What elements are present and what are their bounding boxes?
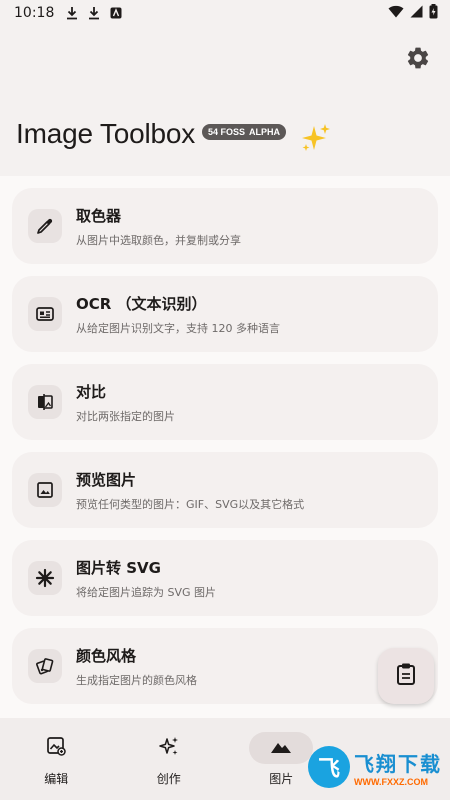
tool-subtitle: 生成指定图片的颜色风格 [76,673,197,687]
gear-icon [405,45,431,75]
nav-label: 编辑 [44,772,69,786]
download-icon [64,5,80,21]
watermark-name: 飞翔下载 [354,751,442,776]
tool-subtitle: 将给定图片追踪为 SVG 图片 [76,585,217,599]
nav-item-edit[interactable]: 编辑 [0,718,113,800]
image-mountain-icon [270,739,292,758]
tool-title: OCR （文本识别） [76,294,207,313]
wifi-icon [388,5,404,22]
compare-icon [28,385,62,419]
sparkle-create-icon [158,735,180,761]
tools-list: 取色器 从图片中选取颜色，并复制或分享 OCR （文本识别） 从给定图片识别文字… [12,188,438,716]
image-preview-icon [28,473,62,507]
version-label: 54 FOSS [208,127,246,137]
tool-subtitle: 对比两张指定的图片 [76,409,175,423]
settings-button[interactable] [398,40,438,80]
battery-icon [429,3,438,23]
nav-label: 图片 [269,772,294,786]
version-badge: 54 FOSS ALPHA [202,124,287,140]
nav-pill-active [249,732,314,764]
tool-color-palette[interactable]: 颜色风格 生成指定图片的颜色风格 [12,628,438,704]
status-time: 10:18 [14,5,55,21]
channel-label: ALPHA [249,127,281,137]
watermark-logo: 飞 [308,746,350,788]
tool-title: 颜色风格 [76,646,137,665]
signal-icon [410,5,423,22]
palette-icon [28,649,62,683]
tool-title: 取色器 [76,206,122,225]
notification-icon [108,5,124,21]
tool-subtitle: 预览任何类型的图片：GIF、SVG以及其它格式 [76,497,305,511]
tool-compare[interactable]: 对比 对比两张指定的图片 [12,364,438,440]
sparkle-icon [300,122,332,154]
tool-ocr[interactable]: OCR （文本识别） 从给定图片识别文字，支持 120 多种语言 [12,276,438,352]
tool-title: 对比 [76,382,107,401]
watermark-url: WWW.FXXZ.COM [354,776,428,787]
edit-image-icon [45,735,67,761]
clipboard-icon [395,662,417,690]
svg-trace-icon [28,561,62,595]
ocr-icon [28,297,62,331]
nav-item-create[interactable]: 创作 [113,718,226,800]
nav-pill [137,732,201,764]
status-bar: 10:18 [0,0,450,26]
tool-color-picker[interactable]: 取色器 从图片中选取颜色，并复制或分享 [12,188,438,264]
nav-pill [24,732,88,764]
tool-preview-image[interactable]: 预览图片 预览任何类型的图片：GIF、SVG以及其它格式 [12,452,438,528]
tool-subtitle: 从给定图片识别文字，支持 120 多种语言 [76,321,280,335]
top-app-bar: Image Toolbox 54 FOSS ALPHA [0,26,450,176]
download-icon [86,5,102,21]
app-title: Image Toolbox [16,118,196,149]
paste-clipboard-button[interactable] [378,648,434,704]
site-watermark: 飞 飞翔下载 WWW.FXXZ.COM [308,738,444,796]
tool-title: 图片转 SVG [76,558,161,577]
tool-subtitle: 从图片中选取颜色，并复制或分享 [76,233,241,247]
tool-title: 预览图片 [76,470,137,489]
eyedropper-icon [28,209,62,243]
tool-image-to-svg[interactable]: 图片转 SVG 将给定图片追踪为 SVG 图片 [12,540,438,616]
nav-label: 创作 [156,772,181,786]
